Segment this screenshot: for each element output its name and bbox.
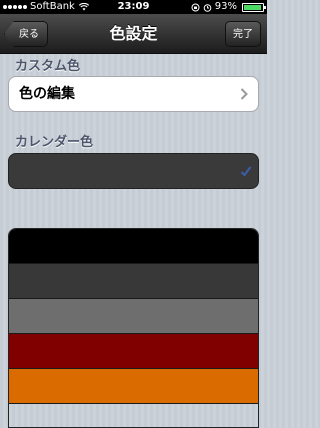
calendar-color-header: カレンダー色 xyxy=(15,135,94,150)
alarm-icon xyxy=(203,3,212,12)
battery-icon xyxy=(242,2,266,12)
chevron-right-icon xyxy=(240,88,248,100)
checkmark-icon xyxy=(240,166,252,177)
color-swatch[interactable] xyxy=(9,229,258,264)
selected-calendar-color[interactable] xyxy=(8,153,259,189)
edit-colors-cell[interactable]: 色の編集 xyxy=(8,76,259,112)
color-swatch[interactable] xyxy=(9,334,258,369)
color-swatch[interactable] xyxy=(9,299,258,334)
color-options-list xyxy=(8,228,259,428)
navigation-bar: 色設定 戻る 完了 xyxy=(0,14,267,54)
custom-colors-header: カスタム色 xyxy=(15,59,81,74)
rotation-lock-icon xyxy=(191,3,200,11)
edit-colors-label: 色の編集 xyxy=(19,86,75,102)
done-button[interactable]: 完了 xyxy=(225,21,261,47)
battery-percent: 93% xyxy=(214,1,237,12)
color-swatch[interactable] xyxy=(9,369,258,404)
color-swatch[interactable] xyxy=(9,264,258,299)
status-bar: SoftBank 23:09 93% xyxy=(0,0,267,14)
status-right-group: 93% xyxy=(191,0,266,14)
